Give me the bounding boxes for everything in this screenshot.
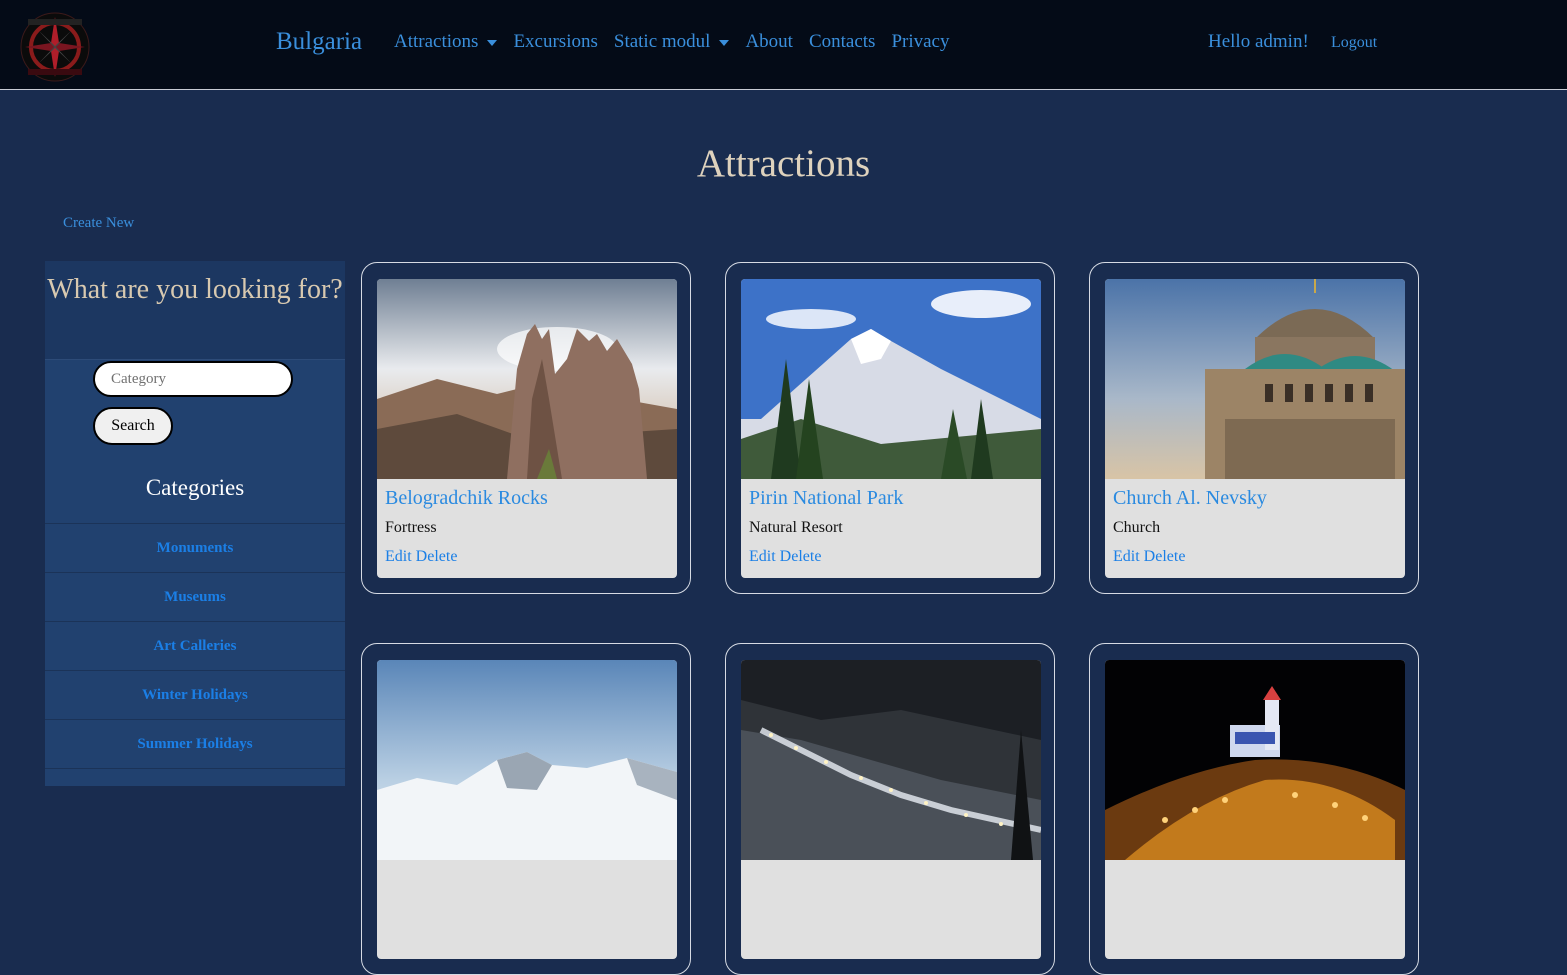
card-body: Pirin National Park Natural Resort Edit D… [741, 279, 1041, 578]
nav-attractions[interactable]: Attractions [394, 31, 498, 53]
navbar: Bulgaria Attractions Excursions Static m… [0, 0, 1567, 90]
edit-link[interactable]: Edit [385, 548, 412, 565]
nav-static-modul-label: Static modul [613, 31, 711, 52]
mountain-park-image[interactable] [741, 279, 1041, 479]
delete-link[interactable]: Delete [1144, 548, 1186, 565]
night-fortress-image[interactable] [1105, 660, 1405, 860]
nav-contacts[interactable]: Contacts [809, 31, 876, 53]
card-body [377, 660, 677, 959]
category-item-winter-holidays[interactable]: Winter Holidays [45, 670, 345, 719]
card-body [741, 660, 1041, 959]
card-category: Church [1113, 519, 1161, 536]
attraction-card: Belogradchik Rocks Fortress Edit Delete [361, 262, 691, 594]
edit-link[interactable]: Edit [1113, 548, 1140, 565]
cathedral-image[interactable] [1105, 279, 1405, 479]
nav-attractions-label: Attractions [394, 31, 479, 52]
brand-link[interactable]: Bulgaria [276, 28, 362, 56]
caret-down-icon [487, 40, 498, 46]
rocks-landscape-image[interactable] [377, 279, 677, 479]
search-button[interactable]: Search [93, 407, 173, 445]
card-body: Belogradchik Rocks Fortress Edit Delete [377, 279, 677, 578]
user-greeting-link[interactable]: Hello admin! [1208, 31, 1309, 53]
card-title[interactable]: Church Al. Nevsky [1113, 487, 1267, 510]
nav-links: Attractions Excursions Static modul Abou… [394, 31, 966, 53]
category-item-more[interactable] [45, 768, 345, 817]
night-ski-resort-image[interactable] [741, 660, 1041, 860]
card-body: Church Al. Nevsky Church Edit Delete [1105, 279, 1405, 578]
category-item-summer-holidays[interactable]: Summer Holidays [45, 719, 345, 768]
card-title[interactable]: Pirin National Park [749, 487, 903, 510]
delete-link[interactable]: Delete [780, 548, 822, 565]
nav-contacts-label: Contacts [808, 31, 876, 52]
category-search-input[interactable] [93, 361, 293, 397]
attraction-card: Church Al. Nevsky Church Edit Delete [1089, 262, 1419, 594]
attraction-card: Pirin National Park Natural Resort Edit D… [725, 262, 1055, 594]
category-item-art-galleries[interactable]: Art Calleries [45, 621, 345, 670]
category-item-monuments[interactable]: Monuments [45, 523, 345, 572]
attraction-card [725, 643, 1055, 975]
card-title[interactable]: Belogradchik Rocks [385, 487, 548, 510]
nav-about-label: About [745, 31, 793, 52]
attraction-card [361, 643, 691, 975]
nav-excursions[interactable]: Excursions [513, 31, 597, 53]
compass-logo-icon[interactable] [18, 11, 92, 83]
attraction-card [1089, 643, 1419, 975]
snow-mountains-image[interactable] [377, 660, 677, 860]
nav-about[interactable]: About [745, 31, 793, 53]
card-actions: Edit Delete [1113, 548, 1189, 566]
sidebar: What are you looking for? Search Categor… [45, 261, 345, 786]
delete-link[interactable]: Delete [416, 548, 458, 565]
card-actions: Edit Delete [749, 548, 825, 566]
card-category: Fortress [385, 519, 437, 536]
edit-link[interactable]: Edit [749, 548, 776, 565]
categories-title: Categories [145, 475, 245, 500]
create-new-link[interactable]: Create New [63, 215, 134, 232]
nav-excursions-label: Excursions [513, 31, 598, 52]
card-body [1105, 660, 1405, 959]
logout-button[interactable]: Logout [1331, 34, 1377, 52]
page-title: Attractions [696, 142, 871, 185]
card-actions: Edit Delete [385, 548, 461, 566]
card-category: Natural Resort [749, 519, 843, 536]
nav-privacy[interactable]: Privacy [891, 31, 949, 53]
category-item-museums[interactable]: Museums [45, 572, 345, 621]
nav-static-modul[interactable]: Static modul [614, 31, 730, 53]
caret-down-icon [719, 40, 730, 46]
nav-privacy-label: Privacy [891, 31, 950, 52]
sidebar-heading: What are you looking for? [45, 261, 345, 360]
category-list: Monuments Museums Art Calleries Winter H… [45, 523, 345, 817]
